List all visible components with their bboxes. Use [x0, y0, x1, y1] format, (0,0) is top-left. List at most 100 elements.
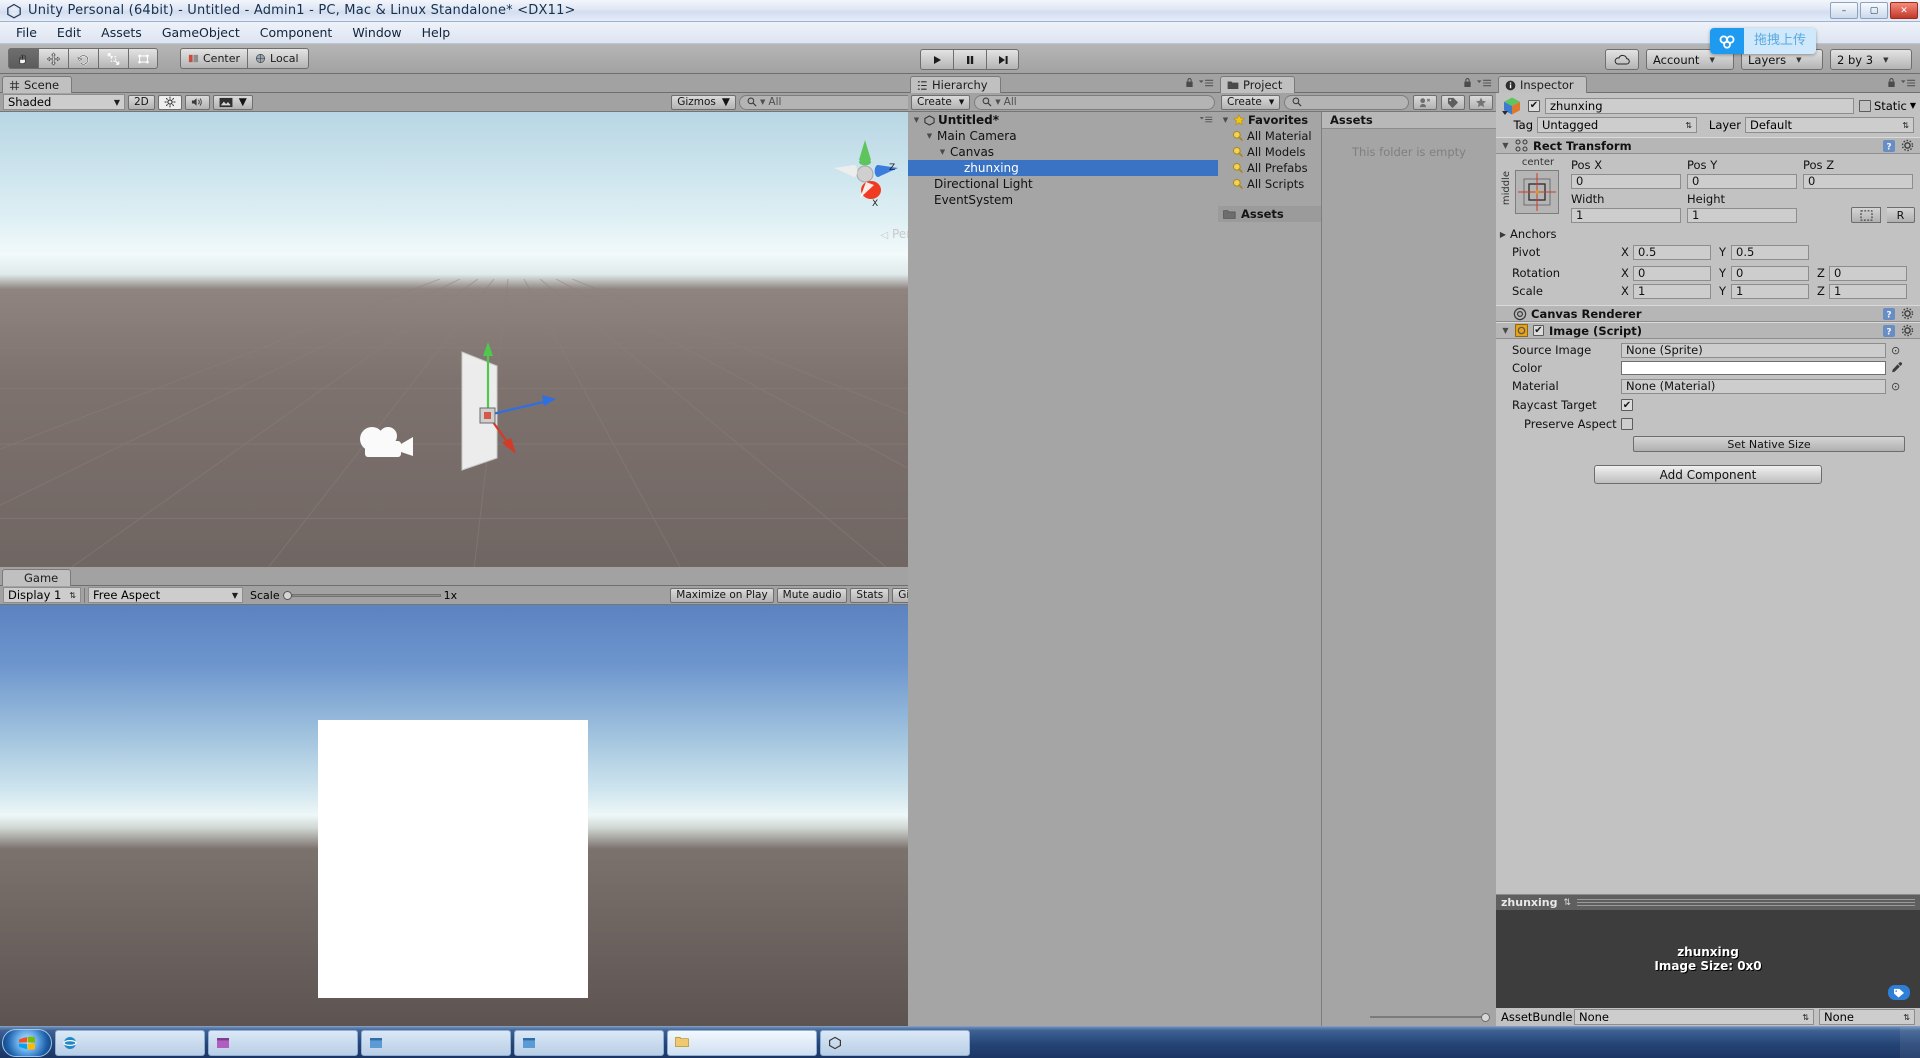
- taskbar-item-2[interactable]: [208, 1029, 358, 1056]
- raw-edit-button[interactable]: R: [1887, 207, 1915, 223]
- project-create-button[interactable]: Create ▼: [1221, 94, 1281, 110]
- scene-effects-dropdown[interactable]: ▼: [212, 94, 253, 110]
- preserve-aspect-checkbox[interactable]: [1621, 418, 1633, 430]
- gear-icon[interactable]: [1901, 139, 1915, 153]
- pivot-rotation-button[interactable]: Local: [247, 48, 310, 69]
- source-image-input[interactable]: None (Sprite): [1621, 342, 1886, 358]
- height-input[interactable]: 1: [1687, 207, 1797, 223]
- gameobject-name-input[interactable]: zhunxing: [1545, 97, 1854, 114]
- project-content-pane[interactable]: Assets This folder is empty: [1322, 112, 1496, 1026]
- menu-gameobject[interactable]: GameObject: [152, 23, 250, 42]
- taskbar-item-5[interactable]: [667, 1029, 817, 1056]
- taskbar-item-3[interactable]: [361, 1029, 511, 1056]
- disclosure-triangle-icon[interactable]: ▼: [1501, 141, 1510, 150]
- pivot-x-input[interactable]: 0.5: [1633, 244, 1711, 260]
- disclosure-triangle-icon[interactable]: ▼: [1501, 326, 1510, 335]
- pos-x-input[interactable]: 0: [1571, 173, 1681, 189]
- layout-dropdown[interactable]: 2 by 3 ▼: [1830, 49, 1912, 70]
- scale-slider-knob[interactable]: [282, 590, 292, 600]
- filter-by-label-button[interactable]: [1441, 94, 1465, 110]
- zoom-slider-knob[interactable]: [1481, 1012, 1490, 1022]
- tab-scene[interactable]: Scene: [2, 76, 73, 93]
- hierarchy-create-button[interactable]: Create ▼: [911, 94, 971, 110]
- tab-project[interactable]: Project: [1220, 76, 1296, 93]
- chevron-down-icon[interactable]: ▼: [1910, 101, 1916, 110]
- tab-inspector[interactable]: Inspector: [1498, 76, 1587, 93]
- tab-hierarchy[interactable]: Hierarchy: [910, 76, 1001, 93]
- lock-icon[interactable]: [1463, 77, 1472, 91]
- pivot-y-input[interactable]: 0.5: [1731, 244, 1809, 260]
- game-aspect-dropdown[interactable]: Free Aspect ▼: [88, 587, 243, 603]
- panel-menu-icon[interactable]: [1198, 77, 1214, 91]
- pos-z-input[interactable]: 0: [1803, 173, 1913, 189]
- object-picker-icon[interactable]: ⊙: [1891, 380, 1900, 393]
- hand-tool-button[interactable]: [8, 48, 38, 69]
- lock-icon[interactable]: [1185, 77, 1194, 91]
- scene-gizmos-dropdown[interactable]: Gizmos ▼: [671, 94, 736, 110]
- hierarchy-item-canvas[interactable]: ▼ Canvas: [908, 144, 1218, 160]
- tab-game[interactable]: Game: [2, 569, 72, 586]
- maximize-on-play-toggle[interactable]: Maximize on Play: [670, 587, 774, 603]
- add-component-button[interactable]: Add Component: [1594, 465, 1822, 484]
- canvas-renderer-header[interactable]: Canvas Renderer ?: [1496, 305, 1920, 322]
- hierarchy-item-zhunxing[interactable]: zhunxing: [908, 160, 1218, 176]
- menu-component[interactable]: Component: [250, 23, 343, 42]
- stats-toggle[interactable]: Stats: [850, 587, 890, 603]
- upload-badge[interactable]: 拖拽上传: [1710, 28, 1817, 54]
- scale-tool-button[interactable]: [98, 48, 128, 69]
- filter-by-type-button[interactable]: [1413, 94, 1437, 110]
- tag-dropdown[interactable]: Untagged ⇅: [1537, 117, 1697, 133]
- mute-audio-toggle[interactable]: Mute audio: [776, 587, 848, 603]
- scale-x-input[interactable]: 1: [1633, 283, 1711, 299]
- scale-z-input[interactable]: 1: [1829, 283, 1907, 299]
- panel-menu-icon[interactable]: [1900, 77, 1916, 91]
- assetbundle-variant-dropdown[interactable]: None ⇅: [1819, 1009, 1915, 1025]
- hierarchy-item-directional-light[interactable]: Directional Light: [908, 176, 1218, 192]
- project-favorite-all-models[interactable]: All Models: [1218, 144, 1321, 160]
- preview-label-tag-icon[interactable]: [1888, 985, 1910, 1000]
- scene-audio-toggle[interactable]: [184, 94, 210, 110]
- project-favorites-root[interactable]: ▼ Favorites: [1218, 112, 1321, 128]
- panel-menu-icon[interactable]: [1476, 77, 1492, 91]
- gear-icon[interactable]: [1901, 307, 1915, 321]
- assetbundle-dropdown[interactable]: None ⇅: [1574, 1009, 1814, 1025]
- project-assets-folder[interactable]: Assets: [1218, 206, 1321, 222]
- color-swatch[interactable]: [1621, 361, 1886, 375]
- anchors-foldout[interactable]: ▶ Anchors: [1496, 226, 1920, 242]
- favorite-button[interactable]: [1469, 94, 1493, 110]
- material-input[interactable]: None (Material): [1621, 378, 1886, 394]
- image-component-enabled-checkbox[interactable]: ✔: [1533, 325, 1544, 336]
- object-picker-icon[interactable]: ⊙: [1891, 344, 1900, 357]
- system-tray[interactable]: [1900, 1026, 1920, 1058]
- lock-icon[interactable]: [1887, 77, 1896, 91]
- project-favorite-all-scripts[interactable]: All Scripts: [1218, 176, 1321, 192]
- hierarchy-item-eventsystem[interactable]: EventSystem: [908, 192, 1218, 208]
- project-favorite-all-prefabs[interactable]: All Prefabs: [1218, 160, 1321, 176]
- static-checkbox[interactable]: [1858, 99, 1871, 112]
- scene-view-axis-gizmo[interactable]: Z X: [828, 138, 902, 208]
- taskbar-item-4[interactable]: [514, 1029, 664, 1056]
- rotation-x-input[interactable]: 0: [1633, 265, 1711, 281]
- scene-viewport[interactable]: Z X ◁ Persp: [0, 112, 960, 604]
- image-script-header[interactable]: ▼ ✔ Image (Script) ?: [1496, 322, 1920, 339]
- hierarchy-item-untitled[interactable]: ▼ Untitled*: [908, 112, 1218, 128]
- rotation-y-input[interactable]: 0: [1731, 265, 1809, 281]
- rotate-tool-button[interactable]: [68, 48, 98, 69]
- blueprint-mode-button[interactable]: [1851, 207, 1881, 223]
- menu-file[interactable]: File: [6, 23, 47, 42]
- preview-titlebar[interactable]: zhunxing ⇅: [1496, 894, 1920, 910]
- play-button[interactable]: [920, 49, 953, 70]
- scale-y-input[interactable]: 1: [1731, 283, 1809, 299]
- start-button[interactable]: [2, 1028, 52, 1057]
- rect-transform-header[interactable]: ▼ Rect Transform ?: [1496, 137, 1920, 154]
- scene-context-menu-icon[interactable]: [1199, 113, 1213, 127]
- anchor-preset-diagram[interactable]: [1515, 170, 1559, 214]
- menu-edit[interactable]: Edit: [47, 23, 91, 42]
- game-display-dropdown[interactable]: Display 1 ⇅: [3, 587, 81, 603]
- project-favorite-all-material[interactable]: All Material: [1218, 128, 1321, 144]
- taskbar-item-1[interactable]: [55, 1029, 205, 1056]
- rotation-z-input[interactable]: 0: [1829, 265, 1907, 281]
- disclosure-triangle-icon[interactable]: ▼: [1221, 116, 1230, 124]
- raycast-target-checkbox[interactable]: ✔: [1621, 399, 1633, 411]
- scene-draw-mode-dropdown[interactable]: Shaded ▼: [3, 94, 125, 110]
